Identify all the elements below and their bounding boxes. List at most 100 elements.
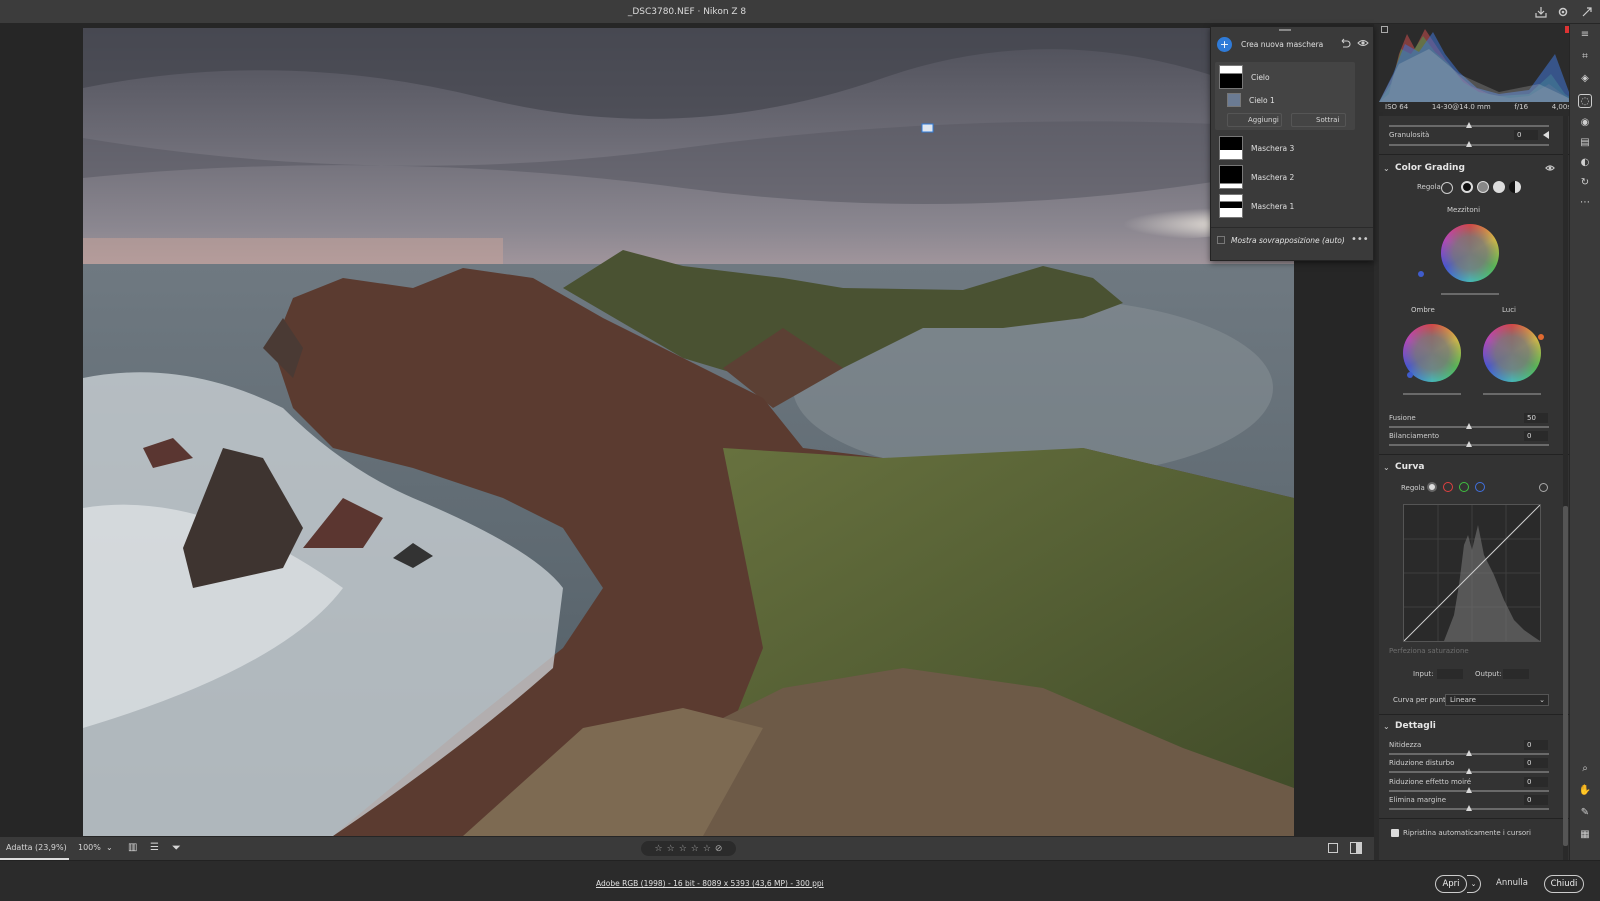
star-icon[interactable]: ☆	[691, 844, 699, 854]
eye-icon[interactable]	[1545, 163, 1555, 173]
hand-icon[interactable]: ✋	[1578, 784, 1592, 798]
shadows-luminance-slider[interactable]	[1403, 393, 1461, 395]
color-grading-title[interactable]: Color Grading	[1395, 163, 1465, 173]
masking-icon[interactable]: ◌	[1578, 94, 1592, 108]
red-eye-icon[interactable]: ◉	[1578, 116, 1592, 130]
overlay-checkbox[interactable]	[1217, 236, 1225, 244]
zoom-dropdown-icon[interactable]: ⌄	[106, 843, 113, 852]
close-button[interactable]: Chiudi	[1544, 875, 1584, 893]
slider-knob[interactable]	[1466, 805, 1472, 811]
expand-icon[interactable]	[1577, 0, 1597, 24]
open-options-icon[interactable]: ⌄	[1467, 875, 1481, 893]
mask-item-maschera-2[interactable]: Maschera 2	[1219, 163, 1359, 191]
slider-knob[interactable]	[1466, 441, 1472, 447]
snapshots-icon[interactable]: ◐	[1578, 156, 1592, 170]
edit-icon[interactable]: ≡	[1578, 28, 1592, 42]
zoom-icon[interactable]: ⌕	[1578, 762, 1592, 776]
grain-value[interactable]: 0	[1514, 130, 1538, 140]
grid-icon[interactable]: ▦	[1578, 828, 1592, 842]
scrollbar-thumb[interactable]	[1563, 506, 1568, 846]
eye-icon[interactable]	[1357, 37, 1369, 49]
open-button[interactable]: Apri	[1435, 875, 1467, 893]
sync-icon[interactable]: ↻	[1578, 176, 1592, 190]
global-wheel-icon[interactable]	[1509, 181, 1521, 193]
reset-sliders-checkbox[interactable]	[1391, 829, 1399, 837]
grain-arrow-icon[interactable]	[1543, 131, 1549, 139]
workflow-options-link[interactable]: Adobe RGB (1998) - 16 bit - 8089 x 5393 …	[596, 879, 824, 888]
panel-scrollbar[interactable]	[1563, 116, 1568, 860]
midtones-luminance-slider[interactable]	[1441, 293, 1499, 295]
point-curve-select[interactable]: Lineare ⌄	[1445, 694, 1549, 706]
add-mask-icon[interactable]: +	[1217, 37, 1232, 52]
sort-icon[interactable]: ☰	[150, 842, 159, 853]
shadows-wheel-icon[interactable]	[1461, 181, 1473, 193]
before-after-icon[interactable]	[1350, 842, 1362, 854]
trash-icon[interactable]: ⊘	[715, 844, 723, 854]
collapse-icon[interactable]: ⌄	[1383, 722, 1390, 731]
panel-grip[interactable]	[1279, 29, 1291, 31]
slider-knob[interactable]	[1466, 423, 1472, 429]
curve-title[interactable]: Curva	[1395, 462, 1424, 472]
shadow-clipping-icon[interactable]	[1381, 26, 1388, 33]
slider-knob[interactable]	[1466, 768, 1472, 774]
tone-curve-graph[interactable]	[1403, 504, 1541, 642]
slider-knob[interactable]	[1466, 750, 1472, 756]
more-icon[interactable]: ⋯	[1578, 196, 1592, 210]
slider-knob[interactable]	[1466, 787, 1472, 793]
midtones-wheel-icon[interactable]	[1477, 181, 1489, 193]
presets-icon[interactable]: ▤	[1578, 136, 1592, 150]
filmstrip-icon[interactable]: ▥	[128, 842, 137, 853]
gear-icon[interactable]	[1553, 0, 1573, 24]
star-icon[interactable]: ☆	[655, 844, 663, 854]
save-icon[interactable]	[1531, 0, 1551, 24]
three-way-icon[interactable]	[1441, 182, 1453, 194]
collapse-icon[interactable]: ⌄	[1383, 463, 1390, 472]
add-button[interactable]: Aggiungi	[1227, 113, 1282, 127]
noise-reduction-value[interactable]: 0	[1524, 758, 1548, 768]
input-field[interactable]	[1437, 669, 1463, 679]
star-icon[interactable]: ☆	[679, 844, 687, 854]
mask-component-cielo-1[interactable]: Cielo 1	[1227, 91, 1367, 109]
single-view-icon[interactable]	[1328, 843, 1338, 853]
heal-icon[interactable]: ◈	[1578, 72, 1592, 86]
zoom-100-button[interactable]: 100%	[78, 837, 101, 860]
moire-value[interactable]: 0	[1524, 777, 1548, 787]
target-adjust-icon[interactable]	[1539, 483, 1548, 492]
slider-knob[interactable]	[1466, 122, 1472, 128]
cancel-button[interactable]: Annulla	[1490, 875, 1534, 893]
mask-item-cielo[interactable]: Cielo	[1219, 63, 1359, 91]
blue-channel-icon[interactable]	[1475, 482, 1485, 492]
green-channel-icon[interactable]	[1459, 482, 1469, 492]
create-mask-label[interactable]: Crea nuova maschera	[1241, 40, 1323, 49]
star-rating[interactable]: ☆ ☆ ☆ ☆ ☆ ⊘	[641, 841, 736, 856]
fit-zoom-button[interactable]: Adatta (23,9%)	[0, 837, 69, 860]
undo-icon[interactable]	[1339, 37, 1351, 49]
highlights-color-wheel[interactable]	[1483, 324, 1541, 382]
output-field[interactable]	[1503, 669, 1529, 679]
details-title[interactable]: Dettagli	[1395, 721, 1436, 731]
photo-preview[interactable]	[83, 28, 1294, 836]
crop-icon[interactable]: ⌗	[1578, 50, 1592, 64]
shadows-handle[interactable]	[1407, 372, 1413, 378]
blending-value[interactable]: 50	[1524, 413, 1548, 423]
filter-icon[interactable]: ⏷	[172, 841, 181, 855]
midtones-handle[interactable]	[1418, 271, 1424, 277]
highlights-wheel-icon[interactable]	[1493, 181, 1505, 193]
star-icon[interactable]: ☆	[703, 844, 711, 854]
collapse-icon[interactable]: ⌄	[1383, 164, 1390, 173]
balance-value[interactable]: 0	[1524, 431, 1548, 441]
highlights-handle[interactable]	[1538, 334, 1544, 340]
mask-item-maschera-3[interactable]: Maschera 3	[1219, 134, 1359, 162]
subtract-button[interactable]: Sottrai	[1291, 113, 1346, 127]
mask-item-maschera-1[interactable]: Maschera 1	[1219, 192, 1359, 220]
rgb-channel-icon[interactable]	[1427, 482, 1437, 492]
defringe-value[interactable]: 0	[1524, 795, 1548, 805]
sharpening-value[interactable]: 0	[1524, 740, 1548, 750]
slider-knob[interactable]	[1466, 141, 1472, 147]
star-icon[interactable]: ☆	[667, 844, 675, 854]
red-channel-icon[interactable]	[1443, 482, 1453, 492]
more-icon[interactable]: •••	[1351, 234, 1369, 245]
eyedropper-icon[interactable]: ✎	[1578, 806, 1592, 820]
highlights-luminance-slider[interactable]	[1483, 393, 1541, 395]
mask-pin[interactable]	[921, 123, 934, 133]
